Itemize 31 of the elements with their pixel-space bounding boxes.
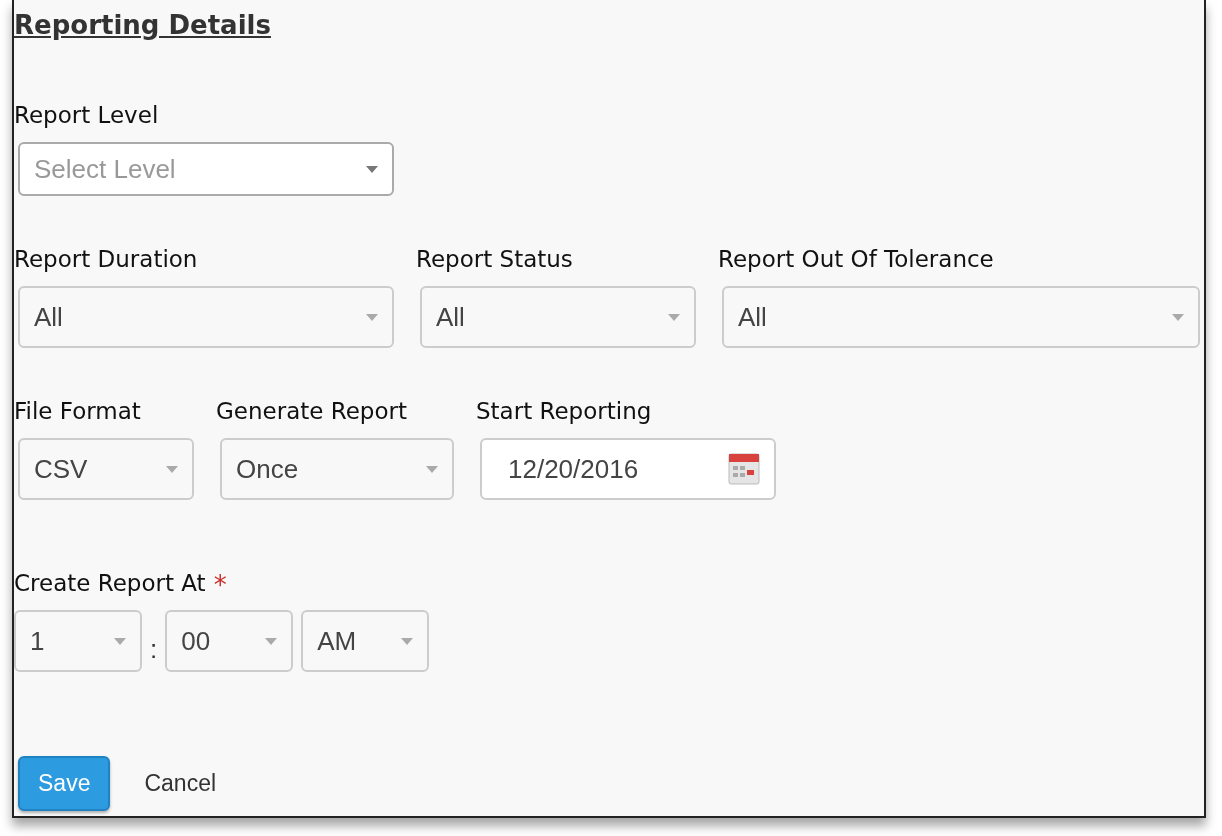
dropdown[interactable]: All — [18, 286, 394, 348]
caret-icon — [426, 465, 438, 473]
field-label: Report Level — [14, 102, 159, 128]
dropdown[interactable]: CSV — [18, 438, 194, 500]
dropdown[interactable]: All — [420, 286, 696, 348]
caret-icon — [366, 165, 378, 173]
caret-icon — [668, 313, 680, 321]
hour-dropdown[interactable]: 1 — [14, 610, 142, 672]
required-mark: * — [213, 570, 227, 600]
field-label: Report Out Of Tolerance — [718, 246, 994, 272]
caret-icon — [1172, 313, 1184, 321]
dropdown[interactable]: Once — [220, 438, 454, 500]
field-label: Report Status — [416, 246, 573, 272]
calendar-icon[interactable] — [728, 453, 760, 485]
minute-dropdown[interactable]: 00 — [165, 610, 294, 672]
field-label: File Format — [14, 398, 141, 424]
field-label: Start Reporting — [476, 398, 652, 424]
caret-icon — [401, 637, 414, 645]
section-title: Reporting Details — [14, 10, 271, 40]
date-field[interactable]: 12/20/2016 — [480, 438, 776, 500]
meridiem-dropdown[interactable]: AM — [301, 610, 430, 672]
caret-icon — [166, 465, 178, 473]
cancel-link[interactable]: Cancel — [144, 770, 217, 797]
field-label: Create Report At — [14, 570, 206, 596]
caret-icon — [265, 637, 278, 645]
field-label: Report Duration — [14, 246, 198, 272]
field-label: Generate Report — [216, 398, 407, 424]
caret-icon — [114, 637, 126, 645]
dropdown[interactable]: All — [722, 286, 1200, 348]
time-separator: : — [150, 633, 158, 665]
caret-icon — [366, 313, 378, 321]
